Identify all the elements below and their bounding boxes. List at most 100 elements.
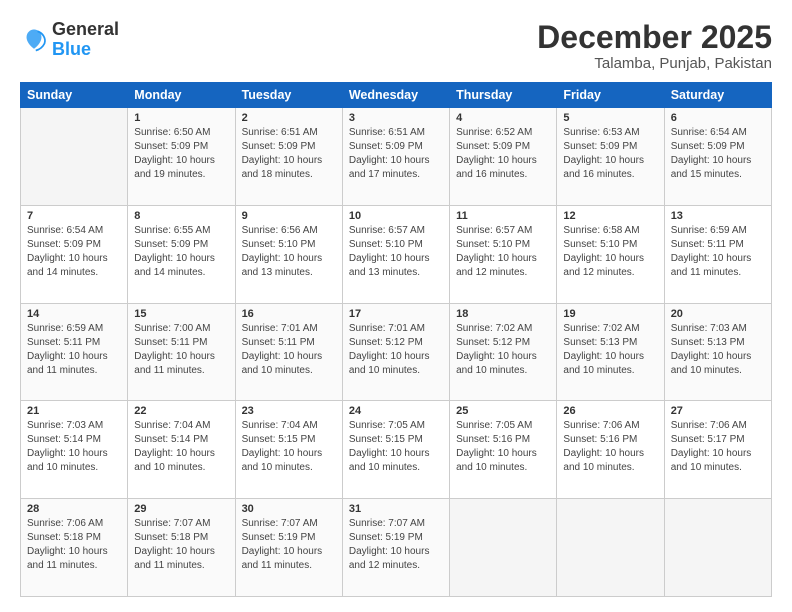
day-number: 15 (134, 308, 228, 320)
day-cell: 5 Sunrise: 6:53 AM Sunset: 5:09 PM Daylig… (557, 108, 664, 206)
calendar-table: SundayMondayTuesdayWednesdayThursdayFrid… (20, 82, 772, 597)
header-cell-monday: Monday (128, 83, 235, 108)
month-title: December 2025 (537, 20, 772, 55)
day-cell: 28Sunrise: 7:06 AM Sunset: 5:18 PM Dayli… (21, 499, 128, 597)
header-cell-wednesday: Wednesday (342, 83, 449, 108)
day-cell: 26 Sunrise: 7:06 AM Sunset: 5:16 PM Dayli… (557, 401, 664, 499)
day-number: 13 (671, 210, 765, 222)
day-cell: 9 Sunrise: 6:56 AM Sunset: 5:10 PM Daylig… (235, 205, 342, 303)
day-info: Sunrise: 7:06 AM Sunset: 5:18 PM Dayligh… (27, 517, 121, 573)
day-cell: 3 Sunrise: 6:51 AM Sunset: 5:09 PM Daylig… (342, 108, 449, 206)
day-cell: 21 Sunrise: 7:03 AM Sunset: 5:14 PM Dayli… (21, 401, 128, 499)
day-cell: 24 Sunrise: 7:05 AM Sunset: 5:15 PM Dayli… (342, 401, 449, 499)
day-cell: 23 Sunrise: 7:04 AM Sunset: 5:15 PM Dayli… (235, 401, 342, 499)
day-info: Sunrise: 6:57 AM Sunset: 5:10 PM Dayligh… (456, 224, 550, 280)
calendar-header: SundayMondayTuesdayWednesdayThursdayFrid… (21, 83, 772, 108)
day-number: 17 (349, 308, 443, 320)
day-number: 21 (27, 405, 121, 417)
day-cell: 20 Sunrise: 7:03 AM Sunset: 5:13 PM Dayli… (664, 303, 771, 401)
header-cell-sunday: Sunday (21, 83, 128, 108)
day-cell: 11 Sunrise: 6:57 AM Sunset: 5:10 PM Dayli… (450, 205, 557, 303)
day-cell: 12Sunrise: 6:58 AM Sunset: 5:10 PM Dayli… (557, 205, 664, 303)
logo-line1: General (52, 20, 119, 40)
header-cell-friday: Friday (557, 83, 664, 108)
day-number: 22 (134, 405, 228, 417)
day-cell: 18Sunrise: 7:02 AM Sunset: 5:12 PM Dayli… (450, 303, 557, 401)
day-number: 20 (671, 308, 765, 320)
day-cell: 30 Sunrise: 7:07 AM Sunset: 5:19 PM Dayli… (235, 499, 342, 597)
day-number: 29 (134, 503, 228, 515)
header: General Blue December 2025 Talamba, Punj… (20, 20, 772, 72)
day-cell: 14 Sunrise: 6:59 AM Sunset: 5:11 PM Dayli… (21, 303, 128, 401)
day-info: Sunrise: 7:07 AM Sunset: 5:18 PM Dayligh… (134, 517, 228, 573)
day-cell (664, 499, 771, 597)
day-info: Sunrise: 6:53 AM Sunset: 5:09 PM Dayligh… (563, 126, 657, 182)
day-info: Sunrise: 7:03 AM Sunset: 5:14 PM Dayligh… (27, 419, 121, 475)
day-number: 27 (671, 405, 765, 417)
day-cell: 6Sunrise: 6:54 AM Sunset: 5:09 PM Daylig… (664, 108, 771, 206)
day-number: 31 (349, 503, 443, 515)
header-cell-tuesday: Tuesday (235, 83, 342, 108)
day-cell (450, 499, 557, 597)
day-info: Sunrise: 6:55 AM Sunset: 5:09 PM Dayligh… (134, 224, 228, 280)
day-number: 5 (563, 112, 657, 124)
day-info: Sunrise: 6:54 AM Sunset: 5:09 PM Dayligh… (27, 224, 121, 280)
day-info: Sunrise: 6:59 AM Sunset: 5:11 PM Dayligh… (671, 224, 765, 280)
day-info: Sunrise: 6:59 AM Sunset: 5:11 PM Dayligh… (27, 322, 121, 378)
day-info: Sunrise: 7:02 AM Sunset: 5:13 PM Dayligh… (563, 322, 657, 378)
day-info: Sunrise: 6:57 AM Sunset: 5:10 PM Dayligh… (349, 224, 443, 280)
day-number: 1 (134, 112, 228, 124)
day-info: Sunrise: 7:03 AM Sunset: 5:13 PM Dayligh… (671, 322, 765, 378)
day-info: Sunrise: 7:04 AM Sunset: 5:15 PM Dayligh… (242, 419, 336, 475)
day-info: Sunrise: 6:56 AM Sunset: 5:10 PM Dayligh… (242, 224, 336, 280)
day-number: 2 (242, 112, 336, 124)
day-number: 14 (27, 308, 121, 320)
day-info: Sunrise: 7:05 AM Sunset: 5:15 PM Dayligh… (349, 419, 443, 475)
day-number: 7 (27, 210, 121, 222)
page: General Blue December 2025 Talamba, Punj… (0, 0, 792, 612)
day-number: 23 (242, 405, 336, 417)
day-number: 30 (242, 503, 336, 515)
day-info: Sunrise: 7:01 AM Sunset: 5:11 PM Dayligh… (242, 322, 336, 378)
day-number: 3 (349, 112, 443, 124)
day-number: 26 (563, 405, 657, 417)
logo: General Blue (20, 20, 119, 60)
day-info: Sunrise: 7:07 AM Sunset: 5:19 PM Dayligh… (242, 517, 336, 573)
day-cell: 15 Sunrise: 7:00 AM Sunset: 5:11 PM Dayli… (128, 303, 235, 401)
day-number: 19 (563, 308, 657, 320)
day-cell: 2Sunrise: 6:51 AM Sunset: 5:09 PM Daylig… (235, 108, 342, 206)
day-number: 4 (456, 112, 550, 124)
day-info: Sunrise: 6:52 AM Sunset: 5:09 PM Dayligh… (456, 126, 550, 182)
header-cell-thursday: Thursday (450, 83, 557, 108)
calendar-body: 1 Sunrise: 6:50 AM Sunset: 5:09 PM Daylig… (21, 108, 772, 597)
logo-line2: Blue (52, 40, 119, 60)
day-cell (21, 108, 128, 206)
day-cell: 13 Sunrise: 6:59 AM Sunset: 5:11 PM Dayli… (664, 205, 771, 303)
day-cell: 29 Sunrise: 7:07 AM Sunset: 5:18 PM Dayli… (128, 499, 235, 597)
day-number: 9 (242, 210, 336, 222)
day-info: Sunrise: 7:06 AM Sunset: 5:17 PM Dayligh… (671, 419, 765, 475)
day-cell: 7 Sunrise: 6:54 AM Sunset: 5:09 PM Daylig… (21, 205, 128, 303)
day-number: 24 (349, 405, 443, 417)
day-number: 16 (242, 308, 336, 320)
week-row-3: 14 Sunrise: 6:59 AM Sunset: 5:11 PM Dayli… (21, 303, 772, 401)
day-cell: 19 Sunrise: 7:02 AM Sunset: 5:13 PM Dayli… (557, 303, 664, 401)
day-info: Sunrise: 6:50 AM Sunset: 5:09 PM Dayligh… (134, 126, 228, 182)
day-info: Sunrise: 7:07 AM Sunset: 5:19 PM Dayligh… (349, 517, 443, 573)
day-info: Sunrise: 7:06 AM Sunset: 5:16 PM Dayligh… (563, 419, 657, 475)
title-block: December 2025 Talamba, Punjab, Pakistan (537, 20, 772, 72)
header-row: SundayMondayTuesdayWednesdayThursdayFrid… (21, 83, 772, 108)
logo-text: General Blue (52, 20, 119, 60)
day-cell: 4 Sunrise: 6:52 AM Sunset: 5:09 PM Daylig… (450, 108, 557, 206)
day-cell: 8Sunrise: 6:55 AM Sunset: 5:09 PM Daylig… (128, 205, 235, 303)
day-cell (557, 499, 664, 597)
week-row-1: 1 Sunrise: 6:50 AM Sunset: 5:09 PM Daylig… (21, 108, 772, 206)
day-info: Sunrise: 7:00 AM Sunset: 5:11 PM Dayligh… (134, 322, 228, 378)
day-info: Sunrise: 7:05 AM Sunset: 5:16 PM Dayligh… (456, 419, 550, 475)
week-row-5: 28Sunrise: 7:06 AM Sunset: 5:18 PM Dayli… (21, 499, 772, 597)
day-number: 10 (349, 210, 443, 222)
day-info: Sunrise: 6:51 AM Sunset: 5:09 PM Dayligh… (349, 126, 443, 182)
day-number: 11 (456, 210, 550, 222)
day-info: Sunrise: 6:54 AM Sunset: 5:09 PM Dayligh… (671, 126, 765, 182)
day-cell: 16 Sunrise: 7:01 AM Sunset: 5:11 PM Dayli… (235, 303, 342, 401)
